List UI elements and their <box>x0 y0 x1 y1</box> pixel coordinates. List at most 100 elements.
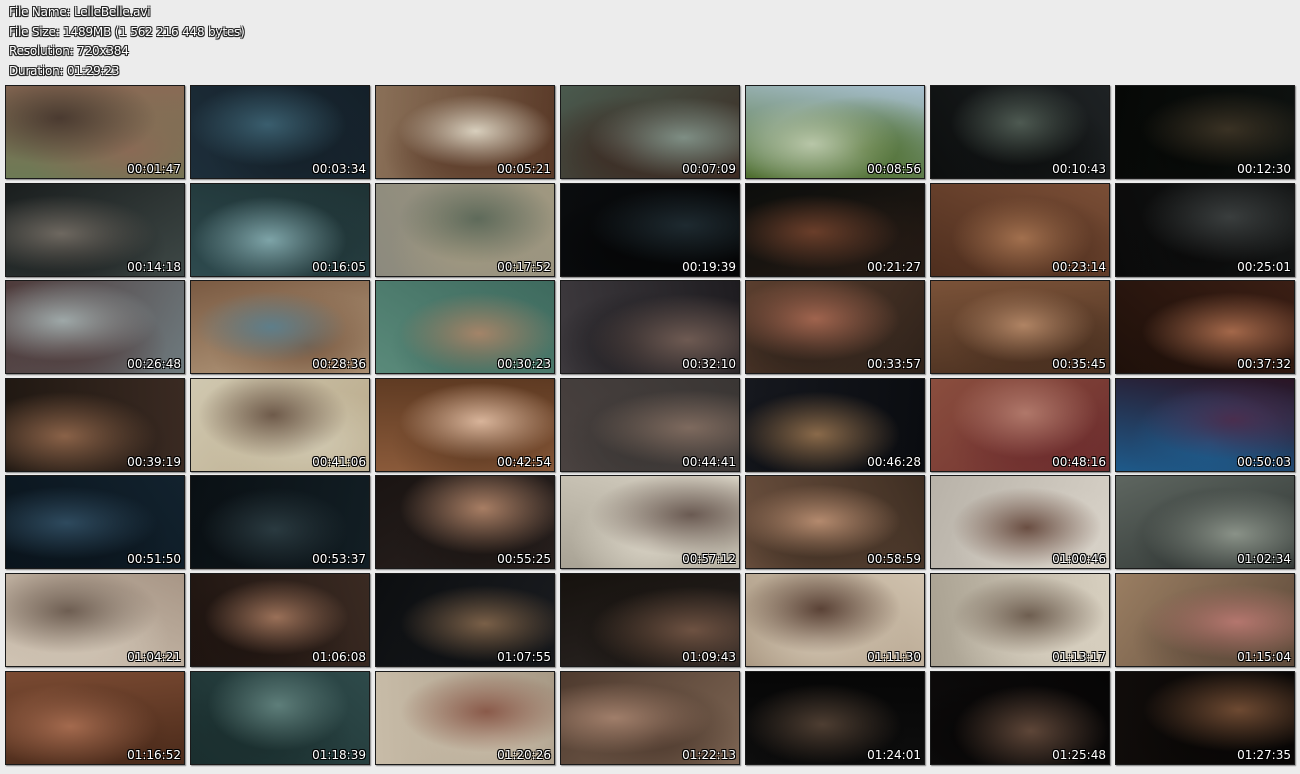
video-thumbnail: 00:53:37 <box>190 475 370 570</box>
video-thumbnail: 01:15:04 <box>1115 572 1295 667</box>
thumbnail-timestamp: 00:30:23 <box>497 357 551 372</box>
thumbnail-timestamp: 00:33:57 <box>867 357 921 372</box>
video-thumbnail: 01:24:01 <box>745 670 925 765</box>
thumbnail-timestamp: 00:26:48 <box>127 357 181 372</box>
thumbnail-timestamp: 01:16:52 <box>127 747 181 762</box>
video-thumbnail: 00:44:41 <box>560 377 740 472</box>
video-thumbnail: 00:37:32 <box>1115 280 1295 375</box>
thumbnail-timestamp: 01:11:30 <box>867 649 921 664</box>
video-thumbnail: 01:20:26 <box>375 670 555 765</box>
thumbnail-timestamp: 00:32:10 <box>682 357 736 372</box>
thumbnail-timestamp: 00:28:36 <box>312 357 366 372</box>
video-thumbnail: 00:25:01 <box>1115 182 1295 277</box>
video-thumbnail: 01:11:30 <box>745 572 925 667</box>
thumbnail-timestamp: 00:08:56 <box>867 162 921 176</box>
thumbnail-timestamp: 00:42:54 <box>497 454 551 469</box>
thumbnail-timestamp: 00:07:09 <box>682 162 736 176</box>
thumbnail-timestamp: 01:20:26 <box>497 747 551 762</box>
video-thumbnail: 00:46:28 <box>745 377 925 472</box>
video-thumbnail: 00:57:12 <box>560 475 740 570</box>
video-thumbnail: 00:23:14 <box>930 182 1110 277</box>
resolution-label: Resolution: 720x384 <box>9 44 129 58</box>
thumbnail-timestamp: 00:35:45 <box>1052 357 1106 372</box>
thumbnail-timestamp: 00:16:05 <box>312 259 366 274</box>
video-thumbnail: 00:26:48 <box>5 280 185 375</box>
thumbnail-timestamp: 01:04:21 <box>127 649 181 664</box>
video-thumbnail: 00:33:57 <box>745 280 925 375</box>
video-thumbnail: 00:10:43 <box>930 85 1110 179</box>
video-thumbnail: 00:30:23 <box>375 280 555 375</box>
thumbnail-timestamp: 01:09:43 <box>682 649 736 664</box>
thumbnail-timestamp: 01:00:46 <box>1052 552 1106 567</box>
thumbnail-timestamp: 01:15:04 <box>1237 649 1291 664</box>
video-thumbnail: 00:14:18 <box>5 182 185 277</box>
thumbnail-timestamp: 00:37:32 <box>1237 357 1291 372</box>
duration-label: Duration: 01:29:23 <box>9 63 120 78</box>
video-thumbnail: 01:07:55 <box>375 572 555 667</box>
video-thumbnail: 00:03:34 <box>190 85 370 179</box>
video-thumbnail: 00:35:45 <box>930 280 1110 375</box>
video-thumbnail: 00:12:30 <box>1115 85 1295 179</box>
thumbnail-timestamp: 01:22:13 <box>682 747 736 762</box>
file-info-header: File Name: LelleBelle.avi File Size: 148… <box>9 3 245 81</box>
video-thumbnail: 01:06:08 <box>190 572 370 667</box>
thumbnail-timestamp: 00:21:27 <box>867 259 921 274</box>
thumbnail-timestamp: 00:46:28 <box>867 454 921 469</box>
video-thumbnail: 00:39:19 <box>5 377 185 472</box>
thumbnail-timestamp: 01:24:01 <box>867 747 921 762</box>
video-thumbnail: 01:18:39 <box>190 670 370 765</box>
video-thumbnail: 00:32:10 <box>560 280 740 375</box>
thumbnail-timestamp: 00:25:01 <box>1237 259 1291 274</box>
video-thumbnail: 00:48:16 <box>930 377 1110 472</box>
video-thumbnail: 01:00:46 <box>930 475 1110 570</box>
video-thumbnail: 00:19:39 <box>560 182 740 277</box>
video-thumbnail: 00:16:05 <box>190 182 370 277</box>
thumbnail-grid: 00:01:47 00:03:34 00:05:21 00:07:09 00:08:56… <box>5 85 1295 765</box>
video-thumbnail: 00:17:52 <box>375 182 555 277</box>
video-thumbnail: 00:51:50 <box>5 475 185 570</box>
thumbnail-timestamp: 00:17:52 <box>497 259 551 274</box>
video-thumbnail: 00:58:59 <box>745 475 925 570</box>
thumbnail-timestamp: 01:18:39 <box>312 747 366 762</box>
thumbnail-timestamp: 00:41:06 <box>312 454 366 469</box>
thumbnail-timestamp: 00:57:12 <box>682 552 736 567</box>
thumbnail-timestamp: 00:19:39 <box>682 259 736 274</box>
thumbnail-timestamp: 00:23:14 <box>1052 259 1106 274</box>
video-thumbnail: 01:25:48 <box>930 670 1110 765</box>
thumbnail-timestamp: 00:51:50 <box>127 552 181 567</box>
video-thumbnail: 00:21:27 <box>745 182 925 277</box>
video-thumbnail: 00:50:03 <box>1115 377 1295 472</box>
video-thumbnail: 00:08:56 <box>745 85 925 179</box>
video-thumbnail: 01:16:52 <box>5 670 185 765</box>
video-thumbnail: 00:41:06 <box>190 377 370 472</box>
file-size-label: File Size: 1489MB (1 562 216 448 bytes) <box>9 24 245 39</box>
thumbnail-timestamp: 00:10:43 <box>1052 162 1106 176</box>
video-thumbnail: 00:07:09 <box>560 85 740 179</box>
video-thumbnail: 00:01:47 <box>5 85 185 179</box>
thumbnail-timestamp: 00:50:03 <box>1237 454 1291 469</box>
video-thumbnail: 00:28:36 <box>190 280 370 375</box>
thumbnail-timestamp: 00:03:34 <box>312 162 366 176</box>
video-thumbnail: 01:22:13 <box>560 670 740 765</box>
thumbnail-timestamp: 00:01:47 <box>127 162 181 176</box>
thumbnail-timestamp: 01:07:55 <box>497 649 551 664</box>
thumbnail-timestamp: 01:02:34 <box>1237 552 1291 567</box>
thumbnail-timestamp: 00:12:30 <box>1237 162 1291 176</box>
thumbnail-timestamp: 00:05:21 <box>497 162 551 176</box>
thumbnail-timestamp: 00:53:37 <box>312 552 366 567</box>
video-thumbnail: 00:55:25 <box>375 475 555 570</box>
thumbnail-timestamp: 00:44:41 <box>682 454 736 469</box>
thumbnail-timestamp: 00:58:59 <box>867 552 921 567</box>
thumbnail-timestamp: 00:48:16 <box>1052 454 1106 469</box>
thumbnail-timestamp: 01:25:48 <box>1052 747 1106 762</box>
thumbnail-timestamp: 00:39:19 <box>127 454 181 469</box>
video-thumbnail: 01:13:17 <box>930 572 1110 667</box>
video-thumbnail: 01:04:21 <box>5 572 185 667</box>
video-thumbnail: 01:27:35 <box>1115 670 1295 765</box>
video-thumbnail: 00:42:54 <box>375 377 555 472</box>
file-name-label: File Name: LelleBelle.avi <box>9 5 151 19</box>
thumbnail-timestamp: 00:14:18 <box>127 259 181 274</box>
thumbnail-timestamp: 00:55:25 <box>497 552 551 567</box>
video-thumbnail: 01:02:34 <box>1115 475 1295 570</box>
thumbnail-timestamp: 01:27:35 <box>1237 747 1291 762</box>
